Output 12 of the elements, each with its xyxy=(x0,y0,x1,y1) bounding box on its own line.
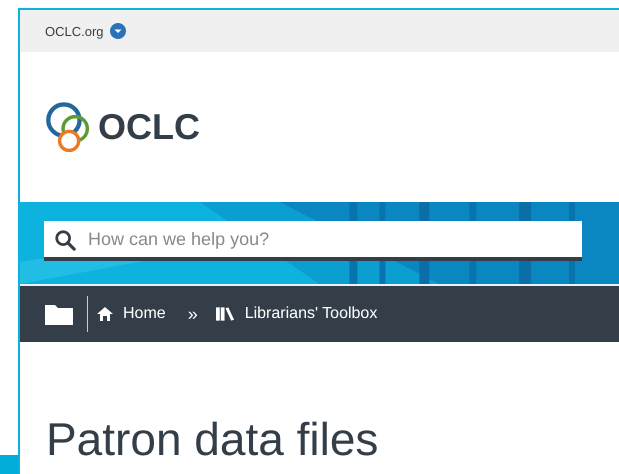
search-field[interactable]: How can we help you? xyxy=(44,221,582,261)
books-icon xyxy=(216,306,235,322)
breadcrumb-separator: » xyxy=(188,304,198,324)
site-link[interactable]: OCLC.org xyxy=(45,24,104,38)
corner-block xyxy=(0,455,18,474)
breadcrumb-link[interactable]: Home xyxy=(123,305,166,323)
breadcrumb-link[interactable]: Librarians' Toolbox xyxy=(244,305,378,323)
home-icon xyxy=(97,306,113,322)
logo-text: OCLC xyxy=(98,106,200,148)
page-title: Patron data files xyxy=(46,412,380,466)
folder-icon[interactable] xyxy=(44,302,74,326)
dropdown-icon[interactable] xyxy=(110,23,126,39)
